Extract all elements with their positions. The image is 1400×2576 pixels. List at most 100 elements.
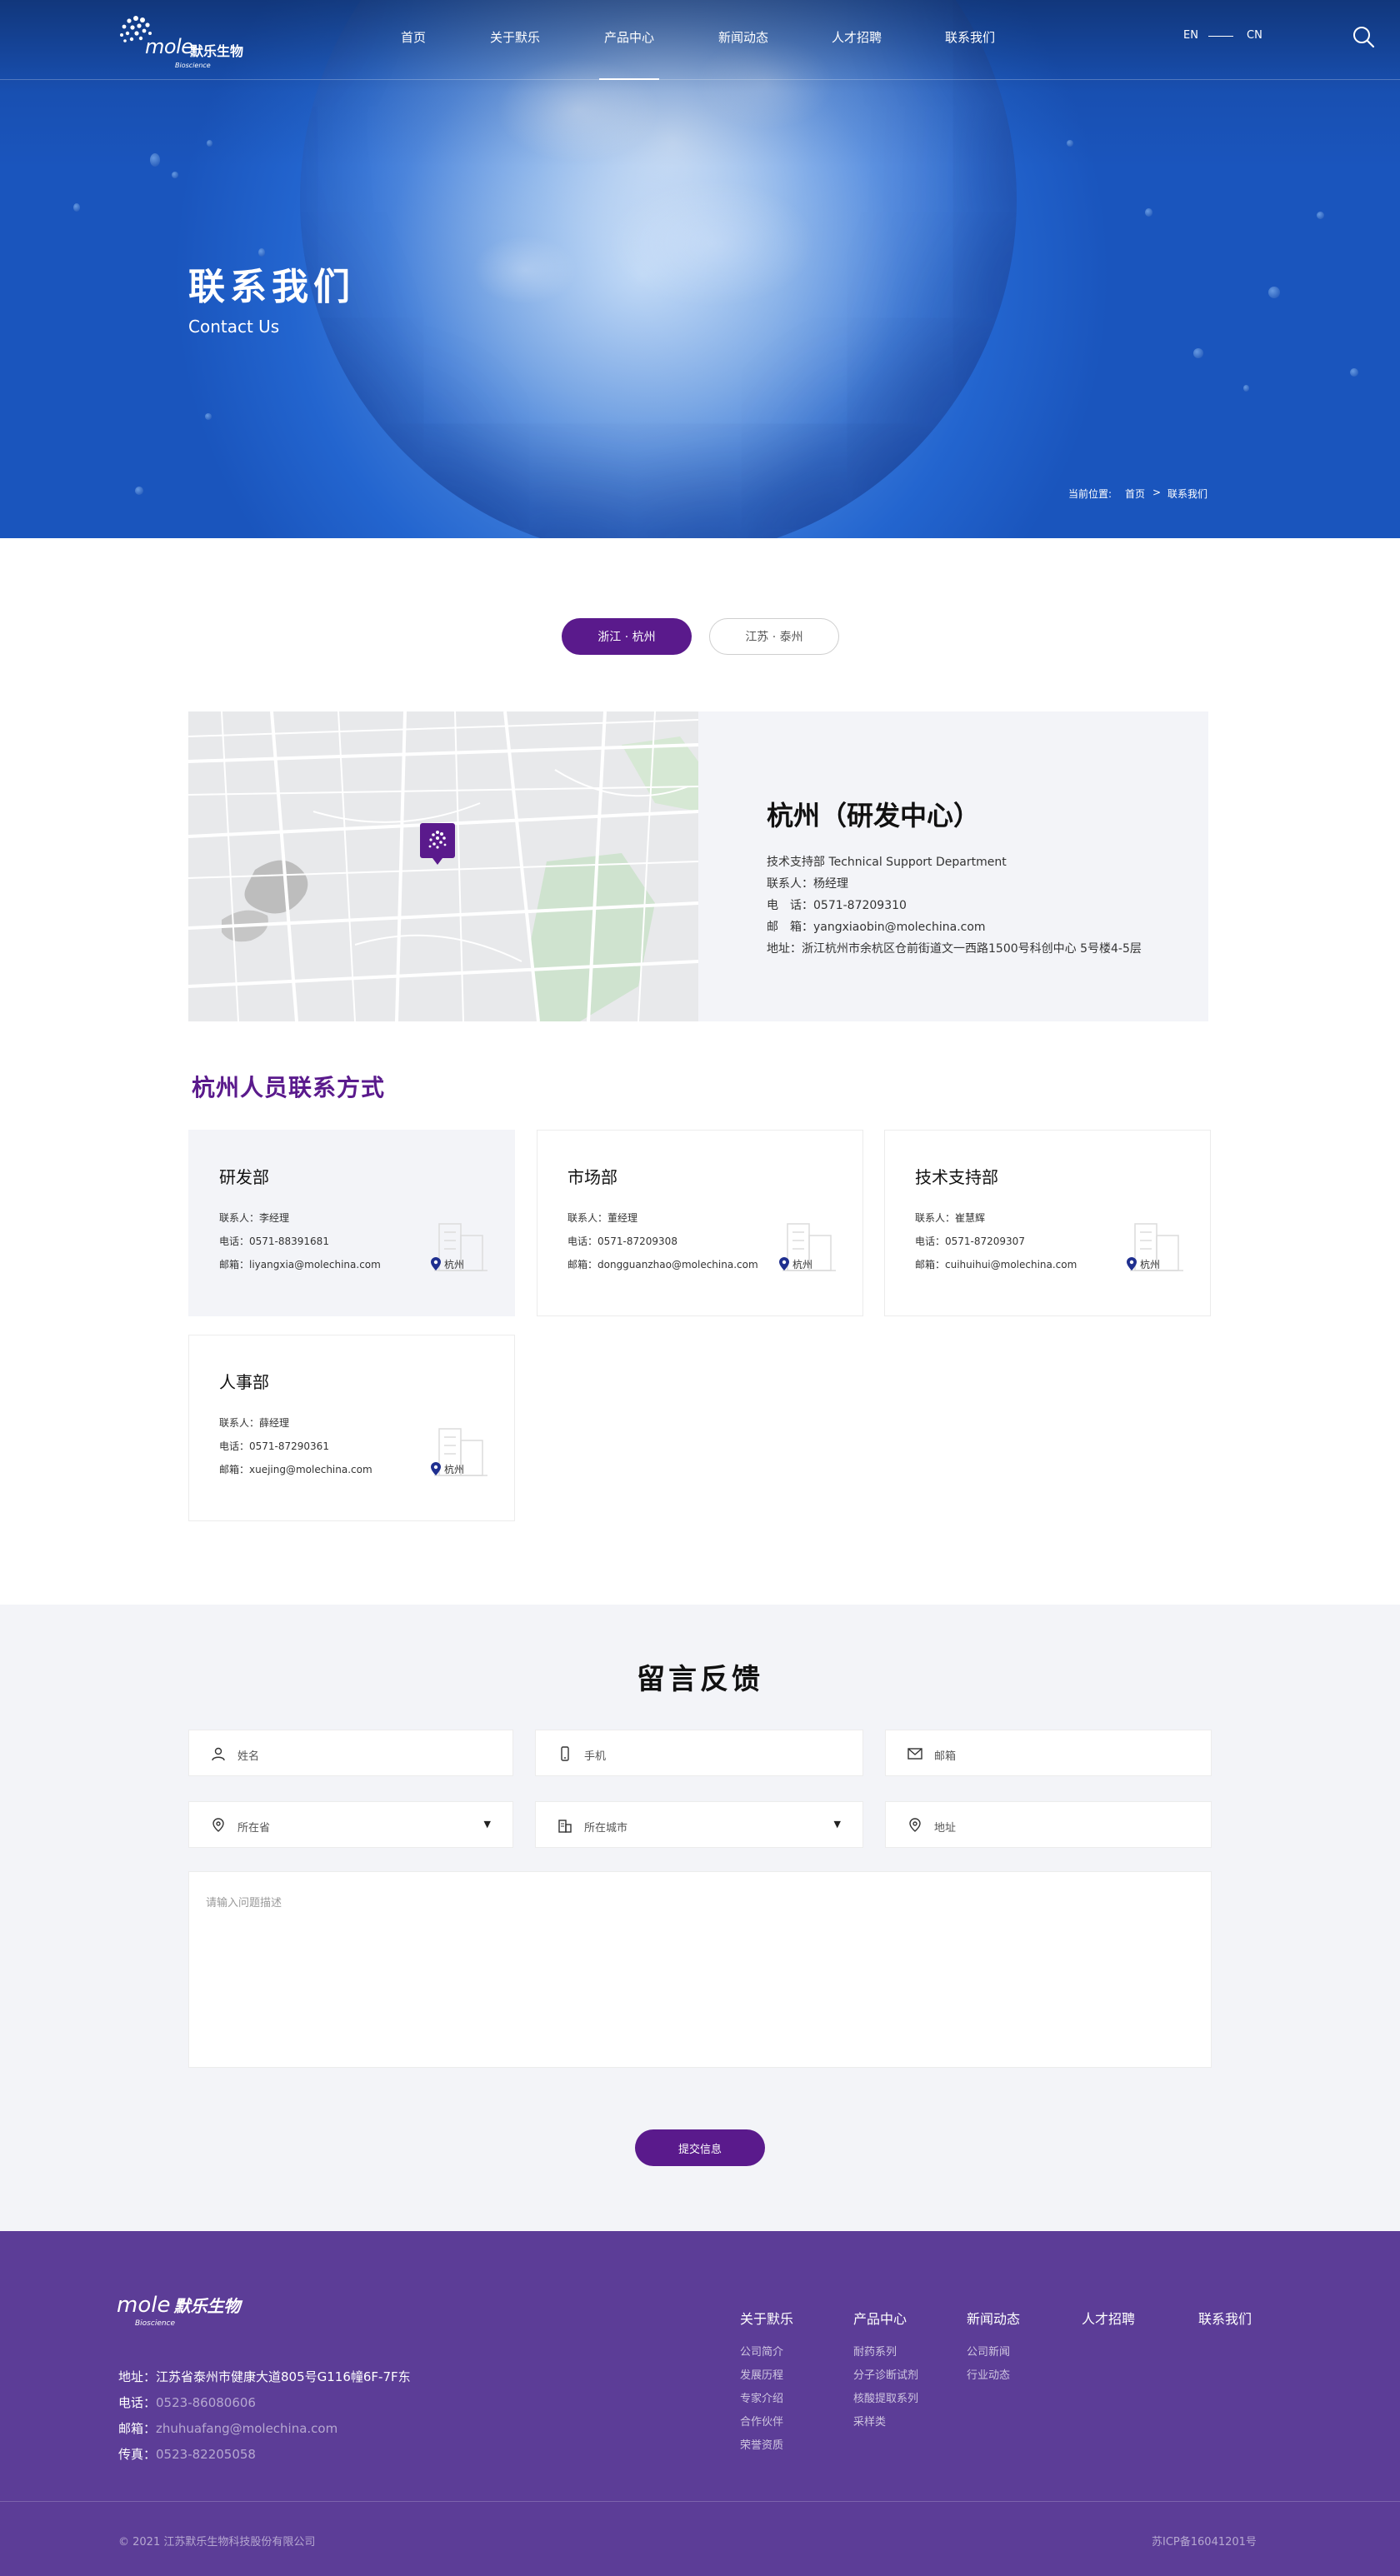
footer-link[interactable]: 公司简介 <box>740 2343 783 2359</box>
nav-item-news[interactable]: 新闻动态 <box>718 28 768 46</box>
dept-email: 邮箱：xuejing@molechina.com <box>219 1464 372 1475</box>
tab-zhejiang-hangzhou[interactable]: 浙江 · 杭州 <box>562 618 692 655</box>
dept-card: 研发部 联系人：李经理 电话：0571-88391681 邮箱：liyangxi… <box>188 1130 515 1316</box>
footer-link[interactable]: 核酸提取系列 <box>853 2389 918 2405</box>
dept-card: 技术支持部 联系人：崔慧辉 电话：0571-87209307 邮箱：cuihui… <box>884 1130 1211 1316</box>
name-field[interactable]: 姓名 <box>188 1730 513 1776</box>
breadcrumb-separator: > <box>1152 487 1162 498</box>
site-logo[interactable]: mole 默乐生物 Bioscience <box>117 13 250 69</box>
logo-dots-icon <box>428 831 447 849</box>
location-title: 杭州（研发中心） <box>767 800 981 831</box>
dept-phone: 电话：0571-88391681 <box>219 1236 329 1247</box>
location-address: 地址：浙江杭州市余杭区仓前街道文一西路1500号科创中心 5号楼4-5层 <box>767 942 1142 956</box>
submit-button[interactable]: 提交信息 <box>635 2129 765 2166</box>
location-pin-icon <box>431 1462 441 1475</box>
dept-city: 杭州 <box>444 1259 465 1271</box>
footer-logo-sub: Bioscience <box>135 2319 176 2328</box>
city-placeholder: 所在城市 <box>584 1822 628 1835</box>
feedback-section: 留言反馈 姓名 手机 邮箱 所在省 ▼ 所在城市 ▼ 地址 请输入问题描述 提交… <box>0 1605 1400 2231</box>
footer-col-contact[interactable]: 联系我们 <box>1198 2308 1252 2328</box>
location-map[interactable] <box>188 711 698 1021</box>
dept-name: 研发部 <box>219 1167 269 1187</box>
footer-col-careers[interactable]: 人才招聘 <box>1082 2308 1135 2328</box>
breadcrumb-home[interactable]: 首页 <box>1125 487 1145 501</box>
footer-link[interactable]: 专家介绍 <box>740 2389 783 2405</box>
footer-email-label: 邮箱： <box>118 2421 157 2436</box>
nav-item-about[interactable]: 关于默乐 <box>490 28 540 46</box>
user-icon <box>212 1747 225 1761</box>
top-nav: mole 默乐生物 Bioscience 首页 关于默乐 产品中心 新闻动态 人… <box>0 0 1400 80</box>
dept-contact: 联系人：李经理 <box>219 1212 290 1224</box>
dept-email: 邮箱：dongguanzhao@molechina.com <box>568 1259 758 1271</box>
name-placeholder: 姓名 <box>238 1750 260 1763</box>
dept-email: 邮箱：cuihuihui@molechina.com <box>915 1259 1078 1271</box>
footer-logo-cn: 默乐生物 <box>173 2296 241 2316</box>
logo-sub: Bioscience <box>175 62 211 69</box>
footer-link[interactable]: 行业动态 <box>967 2366 1010 2382</box>
dept-contact: 联系人：薛经理 <box>219 1417 290 1429</box>
address-placeholder: 地址 <box>934 1822 957 1835</box>
footer-link[interactable]: 荣誉资质 <box>740 2436 783 2452</box>
footer-logo[interactable]: mole 默乐生物 Bioscience <box>117 2293 241 2328</box>
footer-phone-value: 0523-86080606 <box>156 2395 256 2410</box>
footer-icp[interactable]: 苏ICP备16041201号 <box>1152 2533 1257 2549</box>
location-email: 邮 箱：yangxiaobin@molechina.com <box>767 921 986 934</box>
location-department: 技术支持部 Technical Support Department <box>767 856 1007 869</box>
footer-fax-value: 0523-82205058 <box>156 2447 256 2462</box>
map-pin-icon[interactable] <box>420 823 455 865</box>
dept-phone: 电话：0571-87209307 <box>915 1236 1025 1247</box>
tab-jiangsu-taizhou[interactable]: 江苏 · 泰州 <box>709 618 839 655</box>
page-title: 联系我们 <box>188 266 355 308</box>
location-pin-icon <box>779 1257 789 1271</box>
dept-city: 杭州 <box>1140 1259 1161 1271</box>
dept-contact: 联系人：崔慧辉 <box>915 1212 986 1224</box>
dept-name: 技术支持部 <box>915 1167 998 1187</box>
breadcrumb-current: 联系我们 <box>1168 488 1208 500</box>
footer-col-products[interactable]: 产品中心 <box>853 2308 907 2328</box>
location-card: 杭州（研发中心） 技术支持部 Technical Support Departm… <box>188 711 1208 1021</box>
footer-link[interactable]: 耐药系列 <box>853 2343 897 2359</box>
footer-link[interactable]: 发展历程 <box>740 2366 783 2382</box>
nav-item-contact[interactable]: 联系我们 <box>945 28 995 46</box>
lang-en[interactable]: EN <box>1183 29 1198 42</box>
phone-field[interactable]: 手机 <box>535 1730 863 1776</box>
dropdown-arrow-icon: ▼ <box>833 1819 841 1830</box>
location-pin-icon <box>1127 1257 1137 1271</box>
nav-item-careers[interactable]: 人才招聘 <box>832 28 882 46</box>
dept-city: 杭州 <box>792 1259 813 1271</box>
footer-col-about[interactable]: 关于默乐 <box>740 2308 793 2328</box>
message-textarea[interactable]: 请输入问题描述 <box>188 1871 1212 2068</box>
footer-link[interactable]: 合作伙伴 <box>740 2413 783 2429</box>
lang-cn[interactable]: CN <box>1247 29 1262 42</box>
search-icon[interactable] <box>1352 25 1375 48</box>
footer-col-news[interactable]: 新闻动态 <box>967 2308 1020 2328</box>
location-phone: 电 话：0571-87209310 <box>767 899 907 912</box>
address-field[interactable]: 地址 <box>885 1801 1212 1848</box>
page-subtitle: Contact Us <box>188 317 280 337</box>
email-field[interactable]: 邮箱 <box>885 1730 1212 1776</box>
province-select[interactable]: 所在省 ▼ <box>188 1801 513 1848</box>
dept-contact: 联系人：董经理 <box>568 1212 638 1224</box>
dept-name: 市场部 <box>568 1167 618 1187</box>
footer-email: 邮箱：zhuhuafang@molechina.com <box>118 2419 338 2437</box>
logo-cn: 默乐生物 <box>190 43 244 59</box>
footer-link[interactable]: 采样类 <box>853 2413 886 2429</box>
lang-divider <box>1208 36 1233 37</box>
location-pin-icon <box>431 1257 441 1271</box>
location-pin-icon <box>212 1818 224 1832</box>
footer-logo-wordmark: mole <box>117 2293 171 2318</box>
footer-link[interactable]: 公司新闻 <box>967 2343 1010 2359</box>
email-placeholder: 邮箱 <box>934 1750 957 1763</box>
nav-item-products[interactable]: 产品中心 <box>598 28 660 80</box>
dept-phone: 电话：0571-87290361 <box>219 1440 329 1452</box>
breadcrumb-label: 当前位置: <box>1068 488 1112 500</box>
dept-city: 杭州 <box>444 1464 465 1475</box>
city-select[interactable]: 所在城市 ▼ <box>535 1801 863 1848</box>
footer-link[interactable]: 分子诊断试剂 <box>853 2366 918 2382</box>
nav-item-home[interactable]: 首页 <box>401 28 426 46</box>
footer-email-value[interactable]: zhuhuafang@molechina.com <box>156 2421 338 2436</box>
dept-name: 人事部 <box>219 1372 269 1392</box>
location-contact: 联系人：杨经理 <box>767 877 848 891</box>
mobile-icon <box>561 1746 569 1761</box>
dept-card: 人事部 联系人：薛经理 电话：0571-87290361 邮箱：xuejing@… <box>188 1335 515 1521</box>
